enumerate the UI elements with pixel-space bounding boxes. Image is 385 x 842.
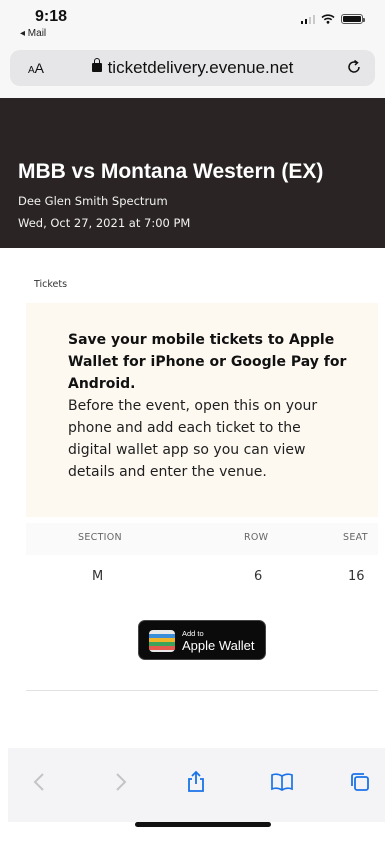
notice-title: Save your mobile tickets to Apple Wallet… <box>68 332 347 392</box>
event-datetime: Wed, Oct 27, 2021 at 7:00 PM <box>18 216 191 230</box>
wallet-icon <box>149 630 175 652</box>
wifi-icon <box>321 14 335 24</box>
chevron-right-icon[interactable] <box>108 770 132 794</box>
home-indicator[interactable] <box>135 822 271 827</box>
url-display[interactable]: ticketdelivery.evenue.net <box>10 58 375 78</box>
wallet-button-label: Apple Wallet <box>182 638 255 653</box>
section-value: M <box>92 569 104 584</box>
chevron-left-icon[interactable] <box>28 770 52 794</box>
status-icons <box>300 14 365 24</box>
status-time: 9:18 <box>35 8 68 25</box>
row-header: ROW <box>244 532 269 543</box>
wallet-button-small-label: Add to <box>182 629 204 638</box>
battery-icon <box>341 14 365 24</box>
browser-chrome: AA ticketdelivery.evenue.net <box>0 44 385 98</box>
browser-toolbar <box>8 748 385 822</box>
cellular-signal-icon <box>300 14 315 24</box>
event-header: MBB vs Montana Western (EX) Dee Glen Smi… <box>0 98 385 248</box>
status-bar: 9:18 ◂ Mail <box>0 0 385 44</box>
row-value: 6 <box>254 569 263 584</box>
url-text: ticketdelivery.evenue.net <box>107 58 294 77</box>
event-title: MBB vs Montana Western (EX) <box>18 160 324 183</box>
notice-body: Before the event, open this on your phon… <box>68 398 318 480</box>
back-to-mail-link[interactable]: ◂ Mail <box>20 28 46 39</box>
share-icon[interactable] <box>184 770 208 794</box>
seat-table-header: SECTION ROW SEAT <box>26 523 378 555</box>
seat-value: 16 <box>348 569 365 584</box>
event-venue: Dee Glen Smith Spectrum <box>18 194 168 208</box>
lock-icon <box>91 58 102 72</box>
wallet-notice: Save your mobile tickets to Apple Wallet… <box>26 303 378 517</box>
divider <box>26 690 378 691</box>
tabs-icon[interactable] <box>348 770 372 794</box>
reload-icon[interactable] <box>345 58 363 76</box>
book-icon[interactable] <box>270 770 294 794</box>
add-to-apple-wallet-button[interactable]: Add to Apple Wallet <box>138 620 266 660</box>
tickets-label: Tickets <box>34 279 68 290</box>
seat-header: SEAT <box>343 532 368 543</box>
address-bar[interactable]: AA ticketdelivery.evenue.net <box>10 50 375 86</box>
section-header: SECTION <box>78 532 122 543</box>
